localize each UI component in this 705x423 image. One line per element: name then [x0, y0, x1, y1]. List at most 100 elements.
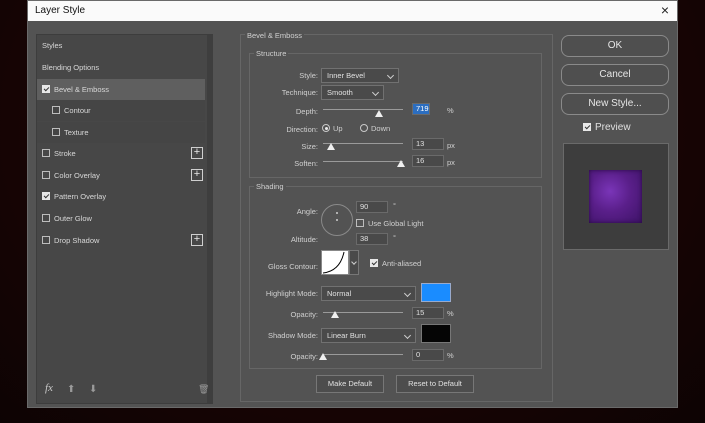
size-slider-thumb[interactable]: [327, 143, 335, 150]
checkbox[interactable]: [42, 171, 50, 179]
direction-up-radio[interactable]: Up: [322, 124, 343, 133]
shadow-opacity-unit: %: [447, 351, 454, 360]
depth-slider[interactable]: [323, 109, 403, 110]
shadow-opacity-slider[interactable]: [323, 354, 403, 355]
reset-to-default-button[interactable]: Reset to Default: [396, 375, 474, 393]
sidebar-item-label: Pattern Overlay: [54, 192, 107, 201]
direction-down-label: Down: [371, 124, 391, 133]
soften-slider-thumb[interactable]: [397, 160, 405, 167]
gloss-contour-dropdown[interactable]: [349, 250, 359, 275]
anti-aliased-checkbox[interactable]: Anti-aliased: [370, 259, 421, 268]
shadow-opacity-thumb[interactable]: [319, 353, 327, 360]
sidebar-item-label: Drop Shadow: [54, 236, 100, 245]
technique-label: Technique:: [281, 88, 318, 97]
checkbox[interactable]: [42, 192, 50, 200]
move-down-icon[interactable]: ⬇: [89, 384, 97, 395]
structure-title: Structure: [254, 49, 289, 58]
depth-slider-thumb[interactable]: [375, 110, 383, 117]
direction-down-radio[interactable]: Down: [360, 124, 390, 133]
shadow-mode-label: Shadow Mode:: [267, 331, 318, 340]
technique-select[interactable]: Smooth: [321, 85, 384, 100]
preview-swatch: [589, 170, 642, 223]
size-input[interactable]: 13: [412, 138, 444, 150]
highlight-color-swatch[interactable]: [421, 283, 451, 302]
sidebar-item-bevel-emboss[interactable]: Bevel & Emboss: [37, 79, 205, 100]
shadow-color-swatch[interactable]: [421, 324, 451, 343]
sidebar-item-label: Stroke: [54, 149, 76, 158]
radio-icon[interactable]: [322, 124, 330, 132]
sidebar-item-label: Outer Glow: [54, 214, 92, 223]
checkbox[interactable]: [42, 149, 50, 157]
angle-dial[interactable]: [321, 204, 353, 236]
sidebar-item-outer-glow[interactable]: Outer Glow: [37, 208, 205, 229]
sidebar-item-label: Styles: [42, 41, 63, 50]
sidebar-item-label: Bevel & Emboss: [54, 85, 110, 94]
add-icon[interactable]: +: [191, 234, 203, 246]
contour-curve-icon: [322, 251, 345, 274]
angle-input[interactable]: 90: [356, 201, 388, 213]
shading-group: Shading Angle: 90 ° Use Global Light Alt…: [249, 182, 542, 369]
depth-label: Depth:: [295, 107, 318, 116]
sidebar-item-pattern-overlay[interactable]: Pattern Overlay: [37, 186, 205, 207]
highlight-opacity-label: Opacity:: [290, 310, 318, 319]
checkbox[interactable]: [42, 85, 50, 93]
trash-icon[interactable]: 🗑: [198, 384, 209, 395]
preview-label: Preview: [595, 122, 631, 133]
sidebar-item-blending-options[interactable]: Blending Options: [37, 57, 205, 78]
gloss-contour-label: Gloss Contour:: [267, 262, 318, 271]
sidebar-item-color-overlay[interactable]: Color Overlay +: [37, 165, 205, 186]
sidebar-scrollbar[interactable]: [207, 35, 213, 403]
direction-label: Direction:: [286, 125, 318, 134]
panel-title: Bevel & Emboss: [245, 31, 305, 40]
depth-input[interactable]: 719: [412, 103, 430, 115]
add-icon[interactable]: +: [191, 169, 203, 181]
soften-slider[interactable]: [323, 161, 403, 162]
checkbox[interactable]: [370, 259, 378, 267]
shadow-opacity-input[interactable]: 0: [412, 349, 444, 361]
shadow-opacity-label: Opacity:: [290, 352, 318, 361]
angle-dial-pointer: [336, 212, 338, 214]
sidebar-item-styles[interactable]: Styles: [37, 35, 205, 56]
altitude-input[interactable]: 38: [356, 233, 388, 245]
checkbox[interactable]: [42, 214, 50, 222]
style-select[interactable]: Inner Bevel: [321, 68, 399, 83]
ok-button[interactable]: OK: [561, 35, 669, 57]
use-global-light-checkbox[interactable]: Use Global Light: [356, 219, 423, 228]
preview-checkbox[interactable]: Preview: [583, 122, 631, 133]
sidebar-item-stroke[interactable]: Stroke +: [37, 143, 205, 164]
altitude-label: Altitude:: [290, 235, 318, 244]
sidebar-item-label: Blending Options: [42, 63, 100, 72]
gloss-contour-preview[interactable]: [321, 250, 349, 275]
checkbox[interactable]: [52, 106, 60, 114]
checkbox[interactable]: [52, 128, 60, 136]
close-icon[interactable]: ×: [661, 2, 669, 18]
sidebar-item-drop-shadow[interactable]: Drop Shadow +: [37, 230, 205, 251]
preview-box: [563, 143, 669, 250]
move-up-icon[interactable]: ⬆: [67, 384, 75, 395]
add-icon[interactable]: +: [191, 147, 203, 159]
cancel-button[interactable]: Cancel: [561, 64, 669, 86]
highlight-opacity-thumb[interactable]: [331, 311, 339, 318]
size-unit: px: [447, 141, 455, 150]
angle-dial-center: [336, 219, 338, 221]
checkbox[interactable]: [42, 236, 50, 244]
checkbox[interactable]: [583, 123, 591, 131]
title-bar: Layer Style ×: [28, 1, 677, 21]
bevel-emboss-panel: Bevel & Emboss Structure Style: Inner Be…: [240, 31, 553, 402]
sidebar-item-texture[interactable]: Texture: [37, 122, 205, 143]
angle-label: Angle:: [296, 207, 318, 216]
highlight-opacity-input[interactable]: 15: [412, 307, 444, 319]
structure-group: Structure Style: Inner Bevel Technique: …: [249, 49, 542, 178]
fx-icon[interactable]: fx: [45, 382, 53, 394]
checkbox[interactable]: [356, 219, 364, 227]
layer-style-dialog: Layer Style × Styles Blending Options Be…: [27, 0, 678, 408]
highlight-mode-select[interactable]: Normal: [321, 286, 416, 301]
make-default-button[interactable]: Make Default: [316, 375, 384, 393]
sidebar-item-contour[interactable]: Contour: [37, 100, 205, 121]
shadow-mode-select[interactable]: Linear Burn: [321, 328, 416, 343]
size-label: Size:: [301, 142, 318, 151]
soften-input[interactable]: 16: [412, 155, 444, 167]
size-slider[interactable]: [323, 143, 403, 144]
new-style-button[interactable]: New Style...: [561, 93, 669, 115]
radio-icon[interactable]: [360, 124, 368, 132]
